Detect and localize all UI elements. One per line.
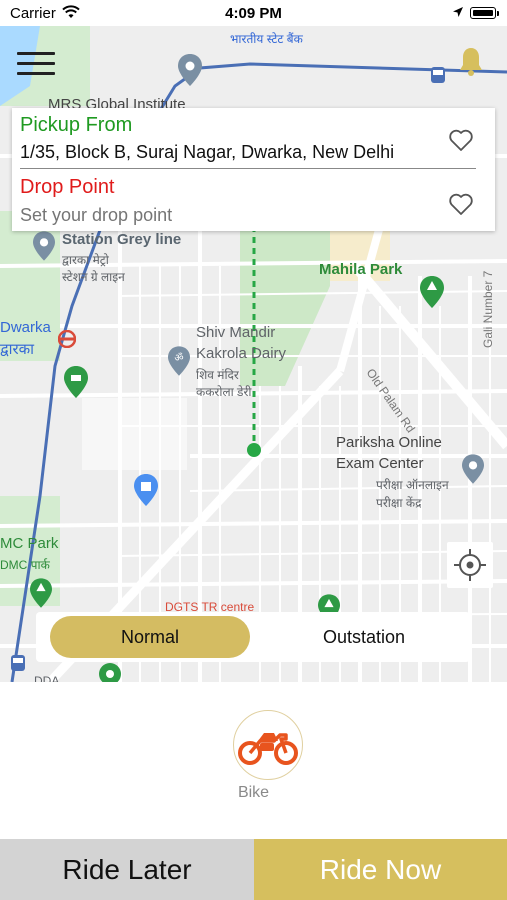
menu-icon-bar xyxy=(17,72,55,75)
map-label-pariksha-1: Pariksha Online xyxy=(336,434,442,451)
map-label-pariksha-hindi-2: परीक्षा केंद्र xyxy=(376,496,422,510)
ride-later-button[interactable]: Ride Later xyxy=(0,839,254,900)
park-pin-icon[interactable] xyxy=(420,276,444,308)
atm-pin-icon[interactable] xyxy=(64,366,88,398)
shop-pin-icon[interactable] xyxy=(134,474,158,506)
map-label-pariksha-hindi-1: परीक्षा ऑनलाइन xyxy=(376,478,449,492)
menu-button[interactable] xyxy=(17,52,55,76)
drop-point-input[interactable] xyxy=(20,205,430,226)
temple-pin-icon[interactable]: ॐ xyxy=(168,346,190,376)
normal-option[interactable]: Normal xyxy=(50,616,250,658)
map-label-dwarka: Dwarka xyxy=(0,319,51,336)
crosshair-icon xyxy=(454,549,486,581)
map-label-dmc-park: MC Park xyxy=(0,535,59,552)
dmc-park-pin-icon[interactable] xyxy=(30,578,52,608)
map-label-pariksha-2: Exam Center xyxy=(336,455,424,472)
map-label-shiv-mandir-hindi-2: ककरोला डेरी xyxy=(196,385,252,399)
map-label-station-hindi-2: स्टेशन ग्रे लाइन xyxy=(62,270,125,284)
dda-pin-icon xyxy=(99,663,121,682)
map-label-station: Station Grey line xyxy=(62,231,182,248)
bell-icon[interactable] xyxy=(458,46,484,76)
menu-icon-bar xyxy=(17,62,55,65)
map-label-gali: Gali Number 7 xyxy=(481,270,495,348)
outstation-option[interactable]: Outstation xyxy=(264,616,464,658)
bus-stop-icon-2 xyxy=(431,67,445,83)
location-card: Pickup From 1/35, Block B, Suraj Nagar, … xyxy=(12,108,495,231)
map-label-mahila-park: Mahila Park xyxy=(319,261,403,278)
card-divider xyxy=(20,168,476,169)
drop-favorite-heart-icon[interactable] xyxy=(448,192,474,216)
station-pin-icon[interactable] xyxy=(33,231,55,261)
clock: 4:09 PM xyxy=(225,5,282,22)
drop-label: Drop Point xyxy=(20,176,115,198)
svg-text:ॐ: ॐ xyxy=(174,352,183,364)
map-label-shiv-mandir-hindi-1: शिव मंदिर xyxy=(196,368,239,382)
map-label-dda: DDA xyxy=(34,674,60,682)
pickup-favorite-heart-icon[interactable] xyxy=(448,128,474,152)
location-arrow-icon xyxy=(453,7,463,17)
motorcycle-icon xyxy=(238,733,298,765)
map-label-shiv-mandir-2: Kakrola Dairy xyxy=(196,345,287,362)
map-label-bank: भारतीय स्टेट बैंक xyxy=(230,32,303,46)
bus-stop-icon xyxy=(11,655,25,671)
status-bar: Carrier 4:09 PM xyxy=(0,0,507,26)
exam-center-pin-icon[interactable] xyxy=(462,454,484,484)
battery-icon xyxy=(470,7,496,19)
pickup-label: Pickup From xyxy=(20,114,133,136)
current-location-button[interactable] xyxy=(447,542,493,588)
ride-now-button[interactable]: Ride Now xyxy=(254,839,507,900)
place-pin-icon[interactable] xyxy=(178,54,202,86)
map-label-dwarka-hindi: द्वारका xyxy=(0,341,35,358)
map-label-shiv-mandir-1: Shiv Mandir xyxy=(196,324,276,341)
map-label-station-hindi-1: द्वारका मेट्रो xyxy=(62,253,109,267)
ride-type-toggle: Normal Outstation xyxy=(36,612,470,662)
map-label-dmc-park-hindi: DMC पार्क xyxy=(0,558,50,572)
metro-icon xyxy=(58,330,76,348)
menu-icon-bar xyxy=(17,52,55,55)
pickup-address[interactable]: 1/35, Block B, Suraj Nagar, Dwarka, New … xyxy=(20,142,430,163)
bike-label: Bike xyxy=(237,784,270,801)
bike-option[interactable] xyxy=(233,710,303,780)
